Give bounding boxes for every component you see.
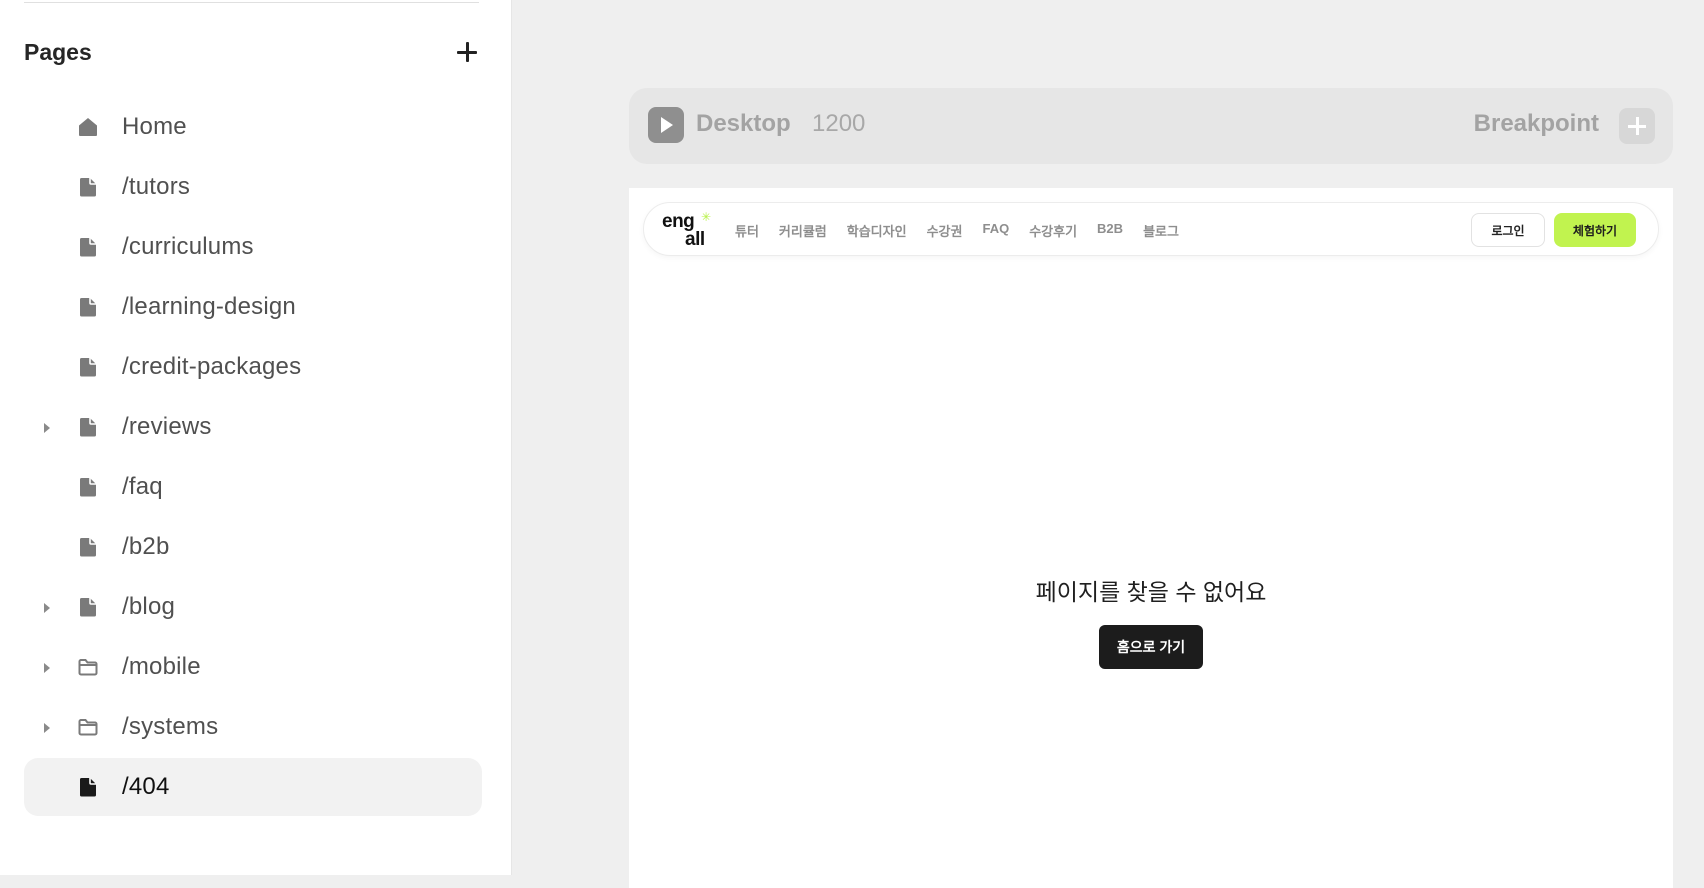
- page-icon: [76, 535, 100, 559]
- site-nav-link[interactable]: 수강후기: [1029, 221, 1077, 240]
- page-item[interactable]: /tutors: [24, 158, 482, 216]
- page-item[interactable]: /curriculums: [24, 218, 482, 276]
- pages-header: Pages: [24, 36, 480, 68]
- page-icon: [76, 475, 100, 499]
- site-nav-link[interactable]: 수강권: [927, 221, 963, 240]
- breakpoint-label: Breakpoint: [1473, 110, 1599, 137]
- page-icon: [76, 415, 100, 439]
- page-item[interactable]: /faq: [24, 458, 482, 516]
- page-icon: [76, 295, 100, 319]
- page-item-label: /404: [122, 773, 170, 800]
- pages-title: Pages: [24, 38, 92, 65]
- page-item-label: /learning-design: [122, 293, 296, 320]
- page-item-label: /reviews: [122, 413, 212, 440]
- page-item[interactable]: /learning-design: [24, 278, 482, 336]
- design-canvas: Desktop 1200 Breakpoint eng ✳ all 튜터 커리큘럼…: [512, 0, 1704, 888]
- page-item-label: /systems: [122, 713, 219, 740]
- preview-play-button[interactable]: [648, 107, 684, 143]
- folder-icon: [76, 655, 100, 679]
- folder-icon: [76, 715, 100, 739]
- home-icon: [76, 115, 100, 139]
- page-item-label: Home: [122, 113, 187, 140]
- page-item-label: /blog: [122, 593, 176, 620]
- page-item[interactable]: /systems: [24, 698, 482, 756]
- site-logo[interactable]: eng ✳ all: [662, 210, 712, 251]
- login-button[interactable]: 로그인: [1471, 213, 1545, 247]
- page-icon: [76, 355, 100, 379]
- expand-caret-icon[interactable]: [44, 723, 50, 733]
- page-item[interactable]: Home: [24, 98, 482, 156]
- logo-text-bottom: all: [685, 229, 705, 250]
- site-nav-link[interactable]: 커리큘럼: [779, 221, 827, 240]
- page-item[interactable]: /mobile: [24, 638, 482, 696]
- go-home-button[interactable]: 홈으로 가기: [1099, 625, 1203, 669]
- page-icon: [76, 175, 100, 199]
- pages-panel: Pages Home/tutors/curriculums/learning-d…: [0, 0, 512, 875]
- page-item[interactable]: /404: [24, 758, 482, 816]
- page-item[interactable]: /b2b: [24, 518, 482, 576]
- trial-button[interactable]: 체험하기: [1554, 213, 1636, 247]
- page-item[interactable]: /credit-packages: [24, 338, 482, 396]
- logo-spark-icon: ✳: [701, 210, 712, 224]
- breakpoint-bar: Desktop 1200 Breakpoint: [629, 88, 1673, 164]
- page-item-label: /curriculums: [122, 233, 254, 260]
- page-item-label: /b2b: [122, 533, 170, 560]
- page-item-label: /tutors: [122, 173, 191, 200]
- page-item-label: /mobile: [122, 653, 201, 680]
- site-nav-link[interactable]: FAQ: [982, 221, 1009, 240]
- expand-caret-icon[interactable]: [44, 663, 50, 673]
- page-list: Home/tutors/curriculums/learning-design /…: [24, 98, 482, 818]
- page-icon: [76, 775, 100, 799]
- add-page-button[interactable]: [454, 39, 480, 65]
- page-frame: eng ✳ all 튜터 커리큘럼 학습디자인 수강권 FAQ 수강후기 B2B 블로그 로그…: [629, 188, 1673, 888]
- site-nav-link[interactable]: 튜터: [735, 221, 759, 240]
- site-nav-link[interactable]: B2B: [1097, 221, 1123, 240]
- page-item[interactable]: /blog: [24, 578, 482, 636]
- page-item-label: /credit-packages: [122, 353, 302, 380]
- breakpoint-width: 1200: [812, 110, 866, 137]
- not-found-title: 페이지를 찾을 수 없어요: [1035, 579, 1267, 605]
- site-navbar: eng ✳ all 튜터 커리큘럼 학습디자인 수강권 FAQ 수강후기 B2B 블로그 로그…: [643, 202, 1659, 256]
- divider: [24, 2, 479, 3]
- add-breakpoint-button[interactable]: [1619, 108, 1655, 144]
- breakpoint-name[interactable]: Desktop: [696, 110, 791, 138]
- page-item-label: /faq: [122, 473, 163, 500]
- site-nav-links: 튜터 커리큘럼 학습디자인 수강권 FAQ 수강후기 B2B 블로그: [735, 221, 1199, 240]
- page-icon: [76, 595, 100, 619]
- page-item[interactable]: /reviews: [24, 398, 482, 456]
- expand-caret-icon[interactable]: [44, 423, 50, 433]
- site-nav-link[interactable]: 학습디자인: [847, 221, 907, 240]
- page-icon: [76, 235, 100, 259]
- site-nav-link[interactable]: 블로그: [1143, 221, 1179, 240]
- expand-caret-icon[interactable]: [44, 603, 50, 613]
